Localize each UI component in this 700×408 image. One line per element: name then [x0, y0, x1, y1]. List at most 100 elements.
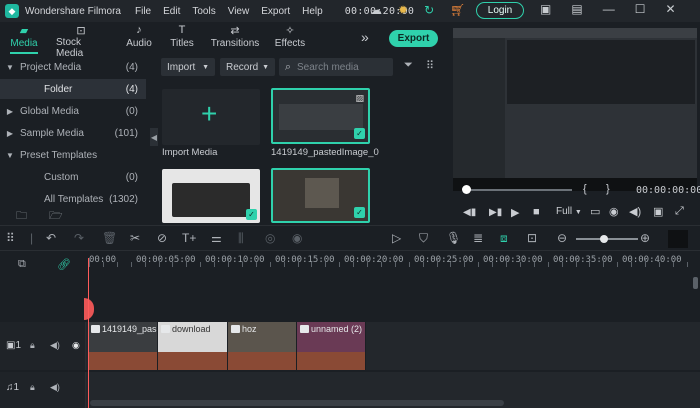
fullscreen-icon[interactable]: ⤢	[675, 205, 684, 218]
new-folder-icon[interactable]: 🗀︎	[16, 207, 27, 226]
add-track-icon[interactable]: ⧉	[18, 258, 26, 271]
filter-icon[interactable]: ⏷	[404, 59, 413, 72]
folder-open-icon[interactable]: 🗁︎	[49, 207, 63, 226]
menu-export[interactable]: Export	[261, 6, 290, 17]
layout-grid-icon[interactable]: ⠿	[6, 231, 15, 245]
tab-stock-media[interactable]: ⊡ Stock Media	[56, 22, 106, 59]
ruler-tick	[214, 262, 216, 267]
voiceover-icon[interactable]: ≣	[473, 231, 483, 245]
volume-icon[interactable]: ◀)	[629, 205, 641, 218]
timeline-ruler[interactable]: 00:00 00:00:05:00 00:00:10:00 00:00:15:0…	[86, 252, 700, 276]
more-tabs-chevron-icon[interactable]: »	[361, 29, 369, 45]
media-thumbnail-download[interactable]: ✓	[162, 169, 260, 223]
zoom-out-icon[interactable]: ⊖	[557, 231, 567, 245]
quality-dropdown[interactable]: Full ▼	[556, 206, 582, 217]
sidebar-item-project-media[interactable]: ▼ Project Media (4)	[0, 57, 146, 77]
minimize-icon[interactable]: —	[603, 2, 615, 16]
tab-audio[interactable]: ♪ Audio	[124, 22, 154, 54]
audio-wave-icon[interactable]: ⫼	[238, 231, 244, 246]
cut-icon[interactable]: ✂	[130, 231, 140, 245]
link-icon[interactable]: 🔗︎	[57, 258, 71, 271]
timeline-clip[interactable]: download	[158, 322, 228, 370]
search-media-field[interactable]: ⌕ Search media	[279, 58, 393, 76]
menu-tools[interactable]: Tools	[192, 6, 215, 17]
speaker-icon[interactable]: ◀)	[50, 340, 60, 351]
sync-icon[interactable]: ↻	[424, 3, 434, 17]
sidebar-item-custom[interactable]: Custom (0)	[0, 167, 146, 187]
sidebar-item-all-templates[interactable]: All Templates (1302)	[0, 189, 146, 209]
tab-media[interactable]: ▰ Media	[6, 22, 42, 54]
snap-icon[interactable]: ⧈	[500, 231, 508, 246]
mark-in-button[interactable]: {	[583, 183, 587, 195]
pip-icon[interactable]: ▣	[653, 205, 663, 218]
expand-arrow-icon: ▼	[6, 62, 14, 72]
preview-progress-knob[interactable]	[462, 185, 471, 194]
video-track-lane[interactable]: 1419149_pas download hoz unnamed (2)	[86, 322, 700, 370]
timeline-clip[interactable]: unnamed (2)	[297, 322, 366, 370]
stabilize-icon[interactable]: ◉	[292, 231, 302, 245]
speed-icon[interactable]: ◎	[265, 231, 275, 245]
empty-track[interactable]	[86, 276, 700, 322]
lightbulb-icon[interactable]: ✹	[398, 3, 408, 17]
close-icon[interactable]: ✕	[665, 2, 675, 16]
record-dropdown[interactable]: Record ▼	[220, 58, 275, 76]
timeline-view-toggle[interactable]	[668, 230, 688, 248]
mark-out-button[interactable]: }	[606, 183, 610, 195]
search-placeholder: Search media	[297, 61, 359, 73]
play-icon[interactable]: ▶	[511, 206, 519, 219]
export-button[interactable]: Export	[389, 30, 438, 47]
tab-effects[interactable]: ✧ Effects	[274, 22, 306, 54]
menu-view[interactable]: View	[228, 6, 250, 17]
save-icon[interactable]: ▣	[540, 2, 551, 16]
cloud-icon[interactable]: ☁	[370, 3, 382, 17]
collapse-sidebar-handle[interactable]: ◀	[150, 128, 158, 146]
frame-forward-icon[interactable]: ▶▮	[489, 207, 502, 218]
display-icon[interactable]: ▭	[590, 205, 600, 218]
maximize-icon[interactable]: ☐	[635, 2, 646, 16]
mute-icon[interactable]: ⊘	[157, 231, 167, 245]
shield-icon[interactable]: ⛉	[419, 231, 428, 246]
adjust-icon[interactable]: ⚌	[211, 231, 222, 245]
cart-icon[interactable]: 🛒︎	[450, 3, 465, 17]
media-thumbnail-pasted-image[interactable]: ▨ ✓	[271, 88, 370, 144]
render-icon[interactable]: ▷	[392, 231, 401, 245]
redo-icon[interactable]: ↷	[74, 231, 84, 245]
media-thumbnail-unnamed[interactable]: ✓	[271, 168, 370, 223]
lock-icon[interactable]: 🔒︎	[30, 340, 35, 351]
stop-icon[interactable]: ■	[533, 206, 540, 218]
ruler-tick	[353, 262, 355, 267]
tab-transitions[interactable]: ⇄ Transitions	[211, 22, 260, 54]
speaker-icon[interactable]: ◀)	[50, 382, 60, 393]
sidebar-item-folder[interactable]: Folder (4)	[0, 79, 146, 99]
split-screen-icon[interactable]: ⊡	[527, 231, 537, 245]
timeline-horizontal-scrollbar[interactable]	[90, 400, 504, 406]
zoom-in-icon[interactable]: ⊕	[640, 231, 650, 245]
timeline-clip[interactable]: hoz	[228, 322, 297, 370]
text-icon[interactable]: T+	[182, 231, 196, 245]
snapshot-icon[interactable]: ◉	[609, 205, 619, 218]
menu-file[interactable]: File	[135, 6, 151, 17]
grid-view-icon[interactable]: ⠿	[426, 59, 434, 72]
playhead[interactable]	[88, 258, 89, 408]
menu-help[interactable]: Help	[302, 6, 323, 17]
eye-icon[interactable]: ◉	[72, 340, 80, 351]
delete-icon[interactable]: 🗑︎	[102, 231, 117, 245]
import-dropdown[interactable]: Import ▼	[161, 58, 215, 76]
timeline-clip[interactable]: 1419149_pas	[88, 322, 158, 370]
sidebar-item-preset-templates[interactable]: ▼ Preset Templates	[0, 145, 146, 165]
sidebar-item-sample-media[interactable]: ▶ Sample Media (101)	[0, 123, 146, 143]
zoom-slider-knob[interactable]	[600, 235, 608, 243]
timeline-vertical-scrollbar[interactable]	[693, 277, 698, 289]
notification-icon[interactable]: ▤	[571, 2, 582, 16]
import-media-tile[interactable]: +	[162, 89, 260, 145]
tab-titles[interactable]: T Titles	[168, 22, 196, 54]
title-bar: ◆ Wondershare Filmora File Edit Tools Vi…	[0, 0, 700, 22]
login-button[interactable]: Login	[476, 2, 524, 19]
lock-icon[interactable]: 🔒︎	[30, 382, 35, 393]
microphone-icon[interactable]: 🎙︎	[446, 231, 461, 245]
undo-icon[interactable]: ↶	[46, 231, 56, 245]
sidebar-item-global-media[interactable]: ▶ Global Media (0)	[0, 101, 146, 121]
menu-edit[interactable]: Edit	[163, 6, 180, 17]
step-back-icon[interactable]: ◀▮	[463, 207, 476, 218]
preview-progress-track[interactable]	[464, 189, 572, 191]
